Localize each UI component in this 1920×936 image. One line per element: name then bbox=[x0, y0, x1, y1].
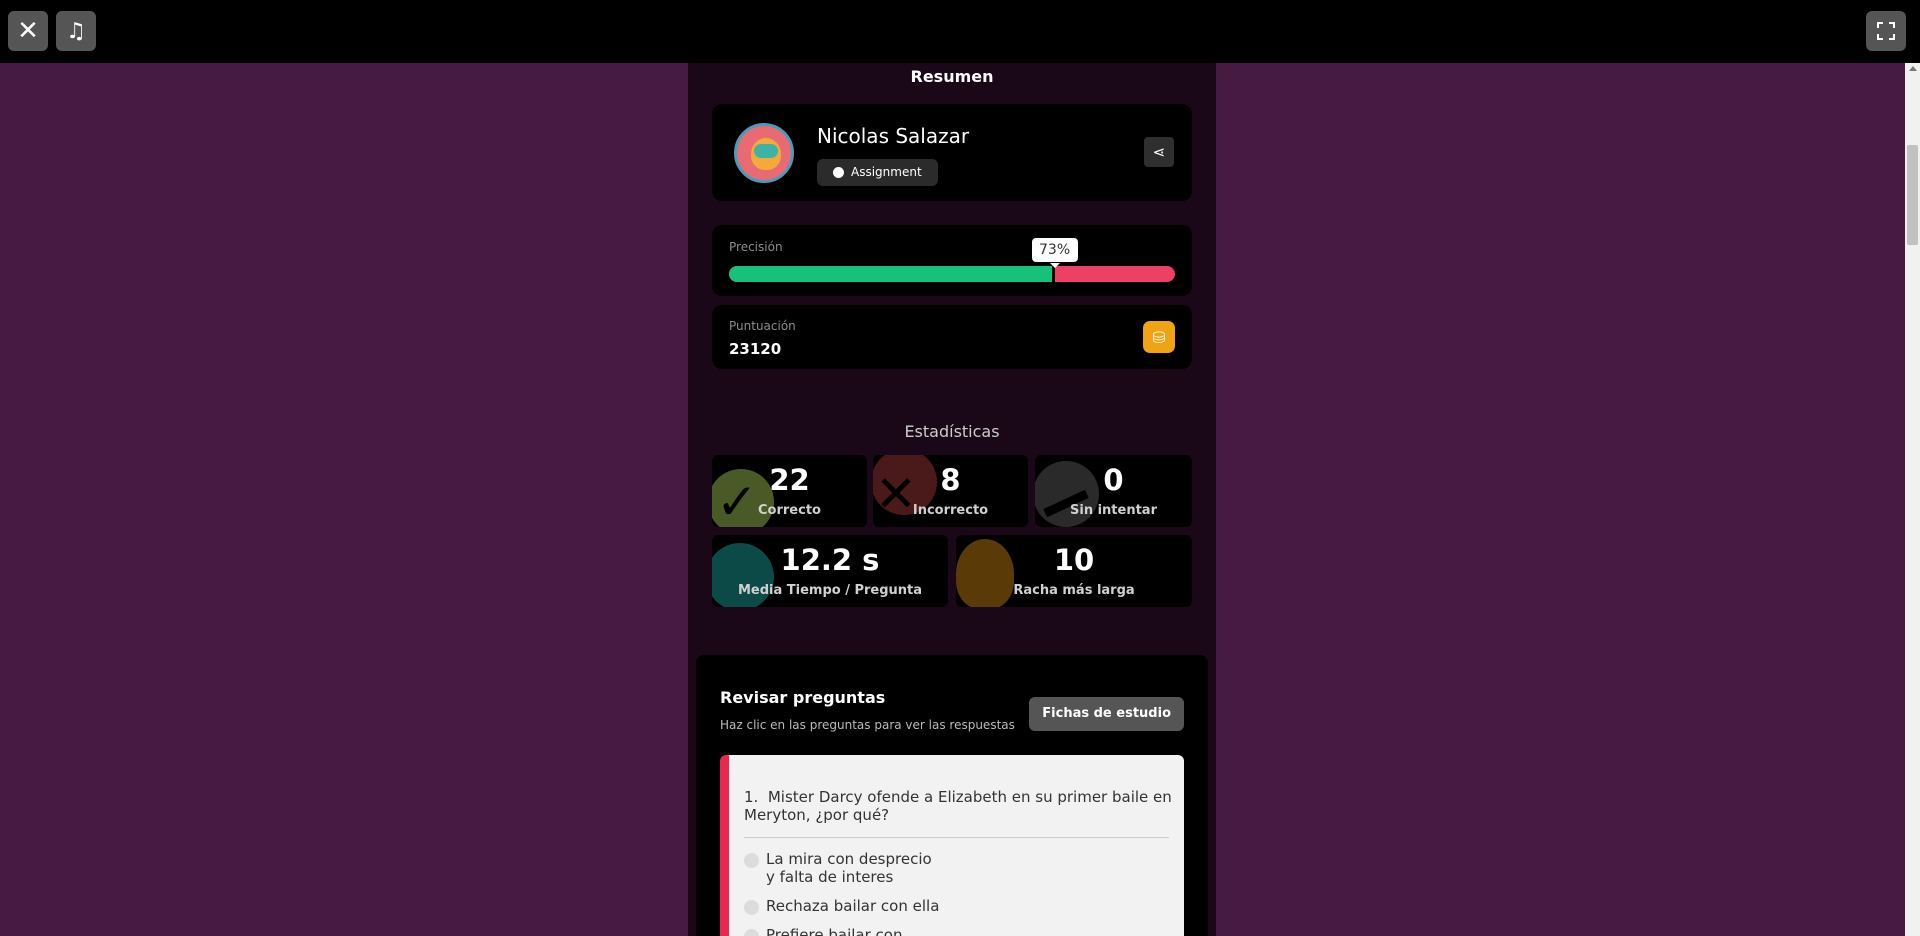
question-body: Mister Darcy ofende a Elizabeth en su pr… bbox=[744, 788, 1172, 824]
assignment-badge-label: Assignment bbox=[851, 165, 922, 179]
stat-incorrect: ✕ 8 Incorrecto bbox=[873, 455, 1028, 527]
option-item: Rechaza bailar con ella bbox=[744, 897, 944, 915]
coins-button[interactable]: ⛁ bbox=[1143, 321, 1175, 353]
stat-streak: 10 Racha más larga bbox=[956, 535, 1192, 607]
avatar bbox=[734, 123, 794, 183]
accuracy-card: Precisión 73% bbox=[712, 225, 1192, 296]
score-value: 23120 bbox=[729, 340, 782, 358]
fullscreen-icon bbox=[1877, 22, 1895, 40]
score-label: Puntuación bbox=[729, 319, 796, 333]
top-bar: ✕ ♫ bbox=[0, 0, 1920, 63]
accuracy-label: Precisión bbox=[729, 240, 783, 254]
flashcards-button[interactable]: Fichas de estudio bbox=[1029, 697, 1184, 731]
review-title: Revisar preguntas bbox=[720, 688, 886, 707]
question-number: 1. bbox=[744, 788, 759, 806]
fullscreen-button[interactable] bbox=[1866, 11, 1906, 51]
share-icon: ⋖ bbox=[1152, 143, 1166, 161]
option-text: Prefiere bailar con otras bbox=[766, 926, 903, 936]
radio-icon bbox=[744, 929, 759, 936]
review-section: Revisar preguntas Haz clic en las pregun… bbox=[696, 655, 1208, 936]
stat-incorrect-label: Incorrecto bbox=[912, 503, 989, 518]
stat-unattempted: 0 Sin intentar bbox=[1035, 455, 1192, 527]
accuracy-tooltip: 73% bbox=[1031, 238, 1078, 268]
stat-correct-value: 22 bbox=[769, 463, 810, 497]
radio-icon bbox=[744, 900, 759, 915]
music-icon: ♫ bbox=[66, 18, 86, 44]
question-card[interactable]: 1. Mister Darcy ofende a Elizabeth en su… bbox=[720, 755, 1184, 936]
clock-icon bbox=[833, 167, 844, 178]
share-button[interactable]: ⋖ bbox=[1144, 137, 1174, 167]
review-subtitle: Haz clic en las preguntas para ver las r… bbox=[720, 718, 1015, 732]
stat-streak-value: 10 bbox=[1053, 543, 1095, 577]
stat-avg-time-label: Media Tiempo / Pregunta bbox=[737, 583, 923, 598]
summary-panel: Resumen Nicolas Salazar Assignment ⋖ Pre… bbox=[688, 63, 1216, 936]
music-button[interactable]: ♫ bbox=[56, 11, 96, 51]
user-name: Nicolas Salazar bbox=[817, 124, 970, 148]
stat-streak-label: Racha más larga bbox=[1013, 583, 1135, 598]
stat-correct: ✓ 22 Correcto bbox=[712, 455, 867, 527]
stat-unattempted-label: Sin intentar bbox=[1070, 503, 1157, 518]
stat-avg-time-value: 12.2 s bbox=[780, 543, 880, 577]
scrollbar-thumb[interactable] bbox=[1907, 145, 1918, 245]
close-icon: ✕ bbox=[17, 16, 39, 46]
stat-correct-label: Correcto bbox=[758, 503, 821, 518]
question-text: 1. Mister Darcy ofende a Elizabeth en su… bbox=[744, 788, 1174, 824]
close-button[interactable]: ✕ bbox=[8, 11, 48, 51]
assignment-badge: Assignment bbox=[817, 159, 938, 186]
stats-title: Estadísticas bbox=[904, 422, 1000, 441]
accuracy-bar bbox=[729, 266, 1175, 282]
option-item: Prefiere bailar con otras bbox=[744, 926, 944, 936]
user-card: Nicolas Salazar Assignment ⋖ bbox=[712, 104, 1192, 201]
coins-icon: ⛁ bbox=[1152, 327, 1166, 347]
radio-icon bbox=[744, 853, 759, 868]
stat-incorrect-value: 8 bbox=[940, 463, 961, 497]
option-item: La mira con desprecio y falta de interes bbox=[744, 850, 944, 886]
divider bbox=[744, 837, 1169, 838]
scrollbar[interactable] bbox=[1905, 63, 1920, 936]
accuracy-bar-fill bbox=[729, 266, 1055, 282]
scroll-up-icon[interactable] bbox=[1909, 66, 1917, 71]
option-text: Rechaza bailar con ella bbox=[766, 897, 940, 915]
stat-unattempted-value: 0 bbox=[1103, 463, 1124, 497]
score-card: Puntuación 23120 ⛁ bbox=[712, 305, 1192, 369]
page-title: Resumen bbox=[910, 67, 994, 86]
option-text: La mira con desprecio y falta de interes bbox=[766, 850, 932, 886]
stat-avg-time: 12.2 s Media Tiempo / Pregunta bbox=[712, 535, 948, 607]
